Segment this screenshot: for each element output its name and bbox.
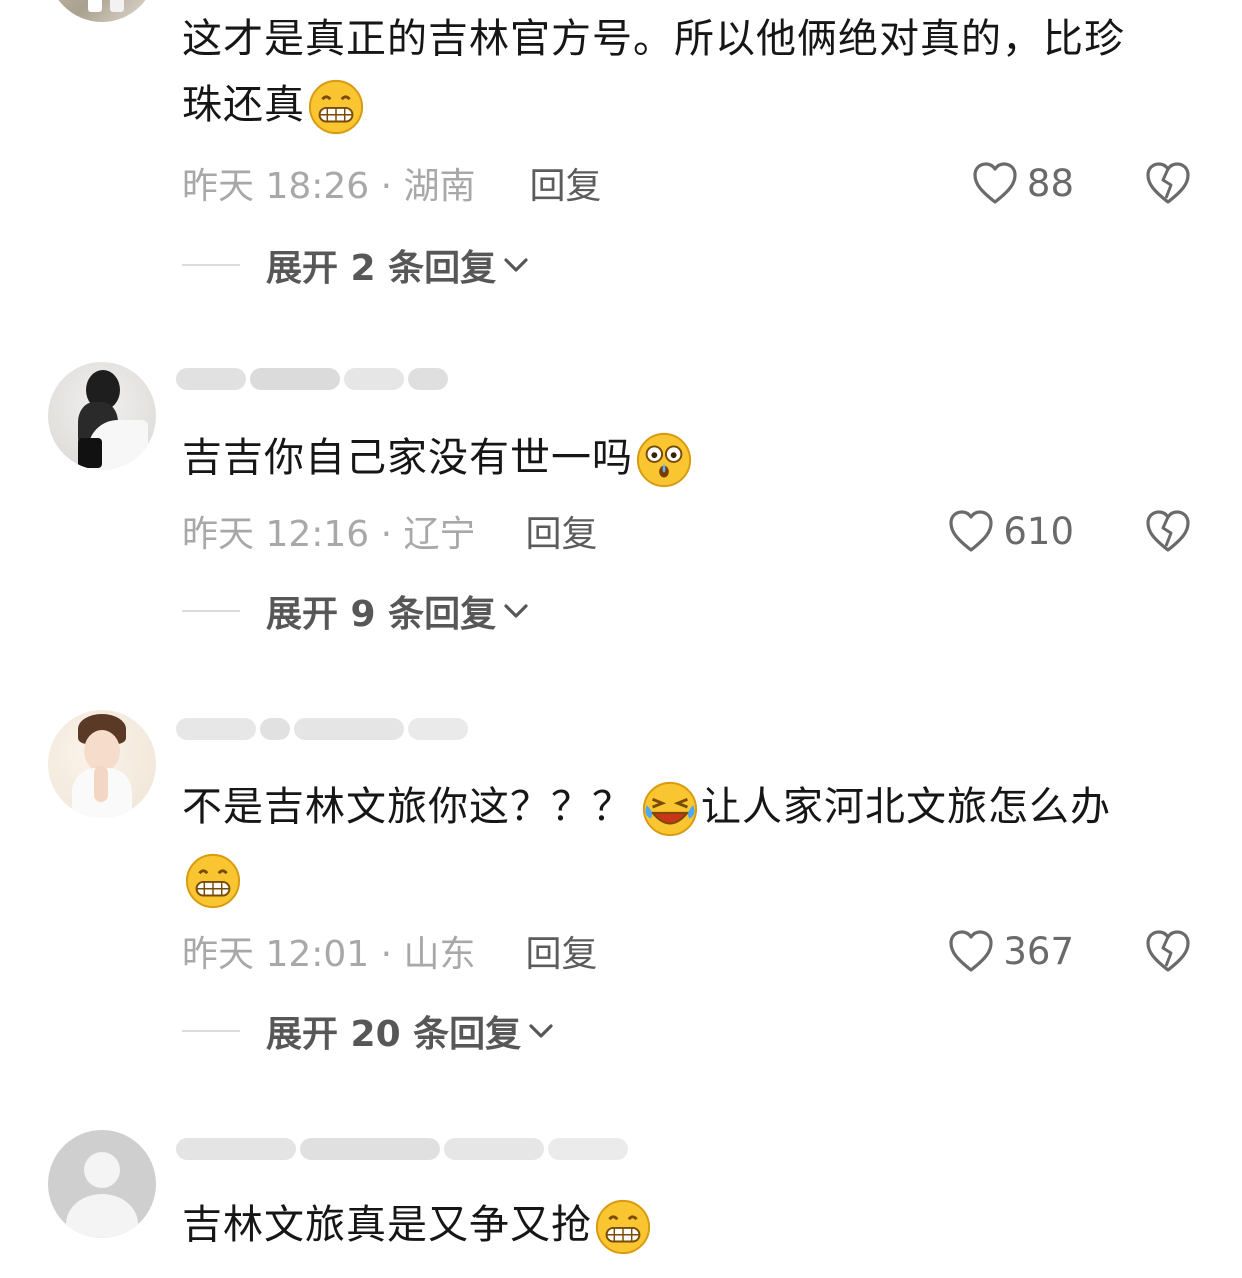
divider-line xyxy=(182,1030,240,1032)
broken-heart-icon[interactable] xyxy=(1144,508,1192,554)
divider-line xyxy=(182,264,240,266)
like-count: 367 xyxy=(1003,929,1074,973)
grin-emoji-icon xyxy=(594,1198,652,1256)
avatar[interactable] xyxy=(48,362,156,470)
astonished-emoji-icon xyxy=(635,431,693,489)
grin-emoji-icon xyxy=(184,852,242,910)
comment-meta: 昨天 12:16 · 辽宁 回复 xyxy=(182,506,598,556)
avatar[interactable] xyxy=(48,1130,156,1238)
broken-heart-icon[interactable] xyxy=(1144,928,1192,974)
reply-button[interactable]: 回复 xyxy=(526,505,598,557)
comment-text-line: 不是吉林文旅你这？？？ 让人家河北文旅怎么办 xyxy=(182,774,1212,840)
comment-text-line: 吉林文旅真是又争又抢 xyxy=(182,1202,592,1248)
comment-text: 吉吉你自己家没有世一吗 xyxy=(182,425,1212,491)
avatar[interactable] xyxy=(48,0,156,22)
crying-laughing-emoji-icon xyxy=(641,780,699,838)
time-location: 昨天 18:26 · 湖南 xyxy=(182,166,476,207)
expand-label: 展开 2 条回复 xyxy=(266,248,497,289)
time-location: 昨天 12:16 · 辽宁 xyxy=(182,514,476,555)
comment-meta: 昨天 18:26 · 湖南 回复 xyxy=(182,158,602,208)
username-blurred[interactable] xyxy=(176,368,516,408)
comment-text-line: 这才是真正的吉林官方号。所以他俩绝对真的，比珍 xyxy=(182,16,1125,62)
comment-meta: 昨天 12:01 · 山东 回复 xyxy=(182,926,598,976)
expand-replies-button[interactable]: 展开 2 条回复 xyxy=(182,240,530,290)
heart-icon xyxy=(949,930,993,972)
chevron-down-icon xyxy=(504,258,528,272)
broken-heart-icon[interactable] xyxy=(1144,160,1192,206)
comment-text: 这才是真正的吉林官方号。所以他俩绝对真的，比珍 珠还真 xyxy=(182,6,1212,138)
avatar[interactable] xyxy=(48,710,156,818)
chevron-down-icon xyxy=(504,604,528,618)
comment-text: 不是吉林文旅你这？？？ 让人家河北文旅怎么办 xyxy=(182,774,1212,912)
like-button[interactable]: 610 xyxy=(947,506,1074,556)
divider-line xyxy=(182,610,240,612)
time-location: 昨天 12:01 · 山东 xyxy=(182,934,476,975)
comment-text-line xyxy=(182,846,1212,912)
expand-replies-button[interactable]: 展开 20 条回复 xyxy=(182,1006,555,1056)
chevron-down-icon xyxy=(529,1024,553,1038)
like-count: 88 xyxy=(1026,161,1074,205)
like-count: 610 xyxy=(1003,509,1074,553)
like-button[interactable]: 88 xyxy=(971,158,1074,208)
like-button[interactable]: 367 xyxy=(947,926,1074,976)
expand-label: 展开 20 条回复 xyxy=(266,1014,522,1055)
expand-replies-button[interactable]: 展开 9 条回复 xyxy=(182,586,530,636)
comment-text-line: 吉吉你自己家没有世一吗 xyxy=(182,435,633,481)
heart-icon xyxy=(949,510,993,552)
comment-text-line: 珠还真 xyxy=(182,72,1212,138)
expand-label: 展开 9 条回复 xyxy=(266,594,497,635)
reply-button[interactable]: 回复 xyxy=(526,925,598,977)
grin-emoji-icon xyxy=(307,78,365,136)
comment-text: 吉林文旅真是又争又抢 xyxy=(182,1192,1212,1258)
heart-icon xyxy=(973,162,1017,204)
reply-button[interactable]: 回复 xyxy=(530,157,602,209)
username-blurred[interactable] xyxy=(176,718,516,758)
username-blurred[interactable] xyxy=(176,1138,656,1178)
